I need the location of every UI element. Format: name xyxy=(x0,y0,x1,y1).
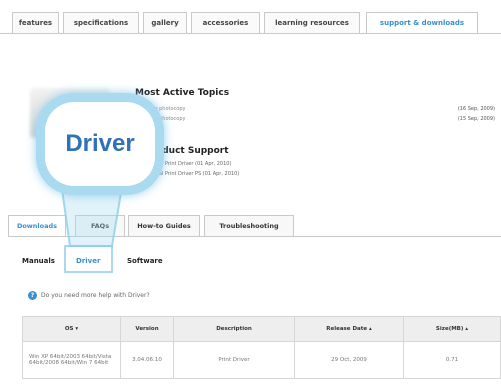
nav-divider xyxy=(0,33,501,34)
zoom-callout: Driver xyxy=(36,93,164,195)
size-cell: 0.71 xyxy=(403,341,501,379)
tab-features[interactable]: features xyxy=(12,12,59,34)
category-manuals[interactable]: Manuals xyxy=(22,257,55,265)
driver-highlight-box xyxy=(64,245,113,273)
tab-specifications[interactable]: specifications xyxy=(63,12,139,34)
column-release-date[interactable]: Release Date ▴ xyxy=(294,316,404,342)
tab-troubleshooting[interactable]: Troubleshooting xyxy=(204,215,294,237)
tab-support-downloads[interactable]: support & downloads xyxy=(366,12,478,34)
table-row: Win XP 64bit/2003 64bit/Vista 64bit/2008… xyxy=(22,341,501,379)
tab-how-to-guides[interactable]: How-to Guides xyxy=(128,215,200,237)
column-version: Version xyxy=(120,316,174,342)
version-cell: 3.04.06:10 xyxy=(120,341,174,379)
most-active-topics-title: Most Active Topics xyxy=(135,88,230,98)
os-cell: Win XP 64bit/2003 64bit/Vista 64bit/2008… xyxy=(22,341,121,379)
tab-accessories[interactable]: accessories xyxy=(191,12,260,34)
column-size[interactable]: Size(MB) ▴ xyxy=(403,316,501,342)
help-text[interactable]: Do you need more help with Driver? xyxy=(41,292,150,299)
column-description: Description xyxy=(173,316,295,342)
category-software[interactable]: Software xyxy=(127,257,163,265)
table-header-row: OS ▾ Version Description Release Date ▴ … xyxy=(22,316,501,342)
tab-faqs[interactable]: FAQs xyxy=(75,215,125,237)
question-icon: ? xyxy=(28,291,37,300)
downloads-table: OS ▾ Version Description Release Date ▴ … xyxy=(22,316,501,379)
column-os[interactable]: OS ▾ xyxy=(22,316,121,342)
description-cell[interactable]: Print Driver xyxy=(173,341,295,379)
topic-date: (15 Sep, 2009) xyxy=(457,116,495,122)
tab-downloads[interactable]: Downloads xyxy=(8,215,66,237)
topic-date: (16 Sep, 2009) xyxy=(457,106,495,112)
release-date-cell: 29 Oct, 2009 xyxy=(294,341,404,379)
tab-learning-resources[interactable]: learning resources xyxy=(264,12,360,34)
subtab-divider xyxy=(8,236,501,237)
zoom-callout-label: Driver xyxy=(65,130,135,157)
tab-gallery[interactable]: gallery xyxy=(143,12,187,34)
help-line: ? Do you need more help with Driver? xyxy=(28,291,150,300)
top-navigation: features specifications gallery accessor… xyxy=(0,0,501,42)
support-subtabs: Downloads FAQs How-to Guides Troubleshoo… xyxy=(8,212,501,242)
